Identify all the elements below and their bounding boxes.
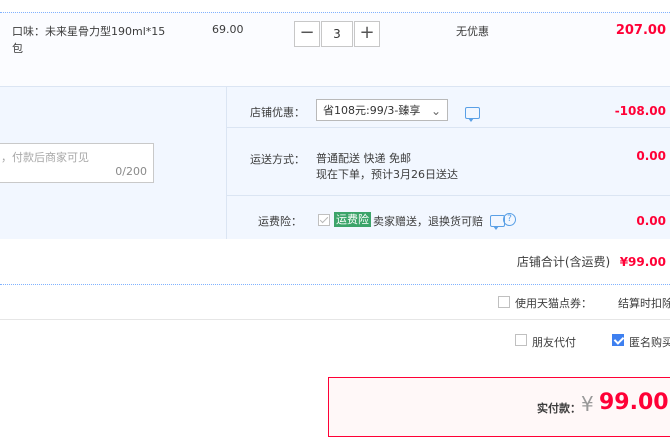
- friend-pay-checkbox[interactable]: [515, 334, 527, 346]
- promotion-selected: 省108元:99/3-臻享: [323, 104, 421, 117]
- chat-icon[interactable]: [465, 107, 480, 122]
- quantity-input[interactable]: 3: [321, 21, 353, 47]
- buyer-memo-textarea[interactable]: ，付款后商家可见 0/200: [0, 143, 154, 183]
- points-note: 结算时扣除: [618, 297, 670, 310]
- insurance-text: 卖家赠送，退换货可赔: [373, 215, 483, 228]
- memo-placeholder: ，付款后商家可见: [1, 151, 89, 164]
- promotion-amount: -108.00: [614, 104, 666, 118]
- options-row: 朋友代付 匿名购买: [0, 319, 670, 365]
- insurance-amount: 0.00: [636, 214, 666, 228]
- quantity-minus-button[interactable]: −: [294, 21, 320, 47]
- shipping-eta: 现在下单，预计3月26日送达: [316, 168, 458, 181]
- payment-amount: 99.00: [599, 390, 669, 415]
- quantity-plus-button[interactable]: +: [354, 21, 380, 47]
- anonymous-label: 匿名购买: [629, 336, 670, 349]
- product-attribute: 口味：未来星骨力型190ml*15包: [12, 25, 166, 55]
- memo-char-counter: 0/200: [115, 165, 147, 178]
- payment-box: 实付款： ¥ 99.00: [328, 377, 670, 437]
- store-section: ，付款后商家可见 0/200 店铺优惠： 省108元:99/3-臻享 ⌄ -10…: [0, 86, 670, 269]
- insurance-tag: 运费险: [334, 212, 371, 227]
- shipping-amount: 0.00: [636, 149, 666, 163]
- line-total: 207.00: [615, 23, 666, 38]
- points-row: 使用天猫点券： 结算时扣除: [0, 284, 670, 320]
- help-icon[interactable]: ?: [503, 213, 516, 226]
- store-total: 店铺合计(含运费) ¥99.00: [517, 253, 666, 270]
- divider: [227, 127, 670, 128]
- chevron-down-icon: ⌄: [430, 104, 441, 118]
- divider: [226, 87, 227, 239]
- promotion-label: 店铺优惠：: [250, 106, 305, 119]
- shipping-info: 普通配送 快递 免邮 现在下单，预计3月26日送达: [316, 151, 458, 183]
- shipping-method: 普通配送 快递 免邮: [316, 152, 411, 165]
- unit-price: 69.00: [212, 23, 244, 36]
- product-discount: 无优惠: [456, 25, 489, 38]
- anonymous-checkbox[interactable]: [612, 334, 624, 346]
- store-total-label: 店铺合计(含运费): [516, 255, 611, 269]
- insurance-checkbox[interactable]: [318, 214, 330, 226]
- product-row: 口味：未来星骨力型190ml*15包 69.00 − 3 + 无优惠 207.0…: [0, 12, 670, 87]
- payment-label: 实付款：: [537, 402, 581, 415]
- points-checkbox[interactable]: [498, 296, 510, 308]
- store-total-amount: ¥99.00: [619, 255, 666, 269]
- points-label: 使用天猫点券：: [515, 297, 592, 310]
- divider: [227, 195, 670, 196]
- shipping-label: 运送方式：: [250, 153, 305, 166]
- payment-currency: ¥: [581, 392, 594, 416]
- promotion-select[interactable]: 省108元:99/3-臻享 ⌄: [316, 99, 448, 121]
- insurance-label: 运费险：: [258, 215, 302, 228]
- friend-pay-label: 朋友代付: [532, 336, 576, 349]
